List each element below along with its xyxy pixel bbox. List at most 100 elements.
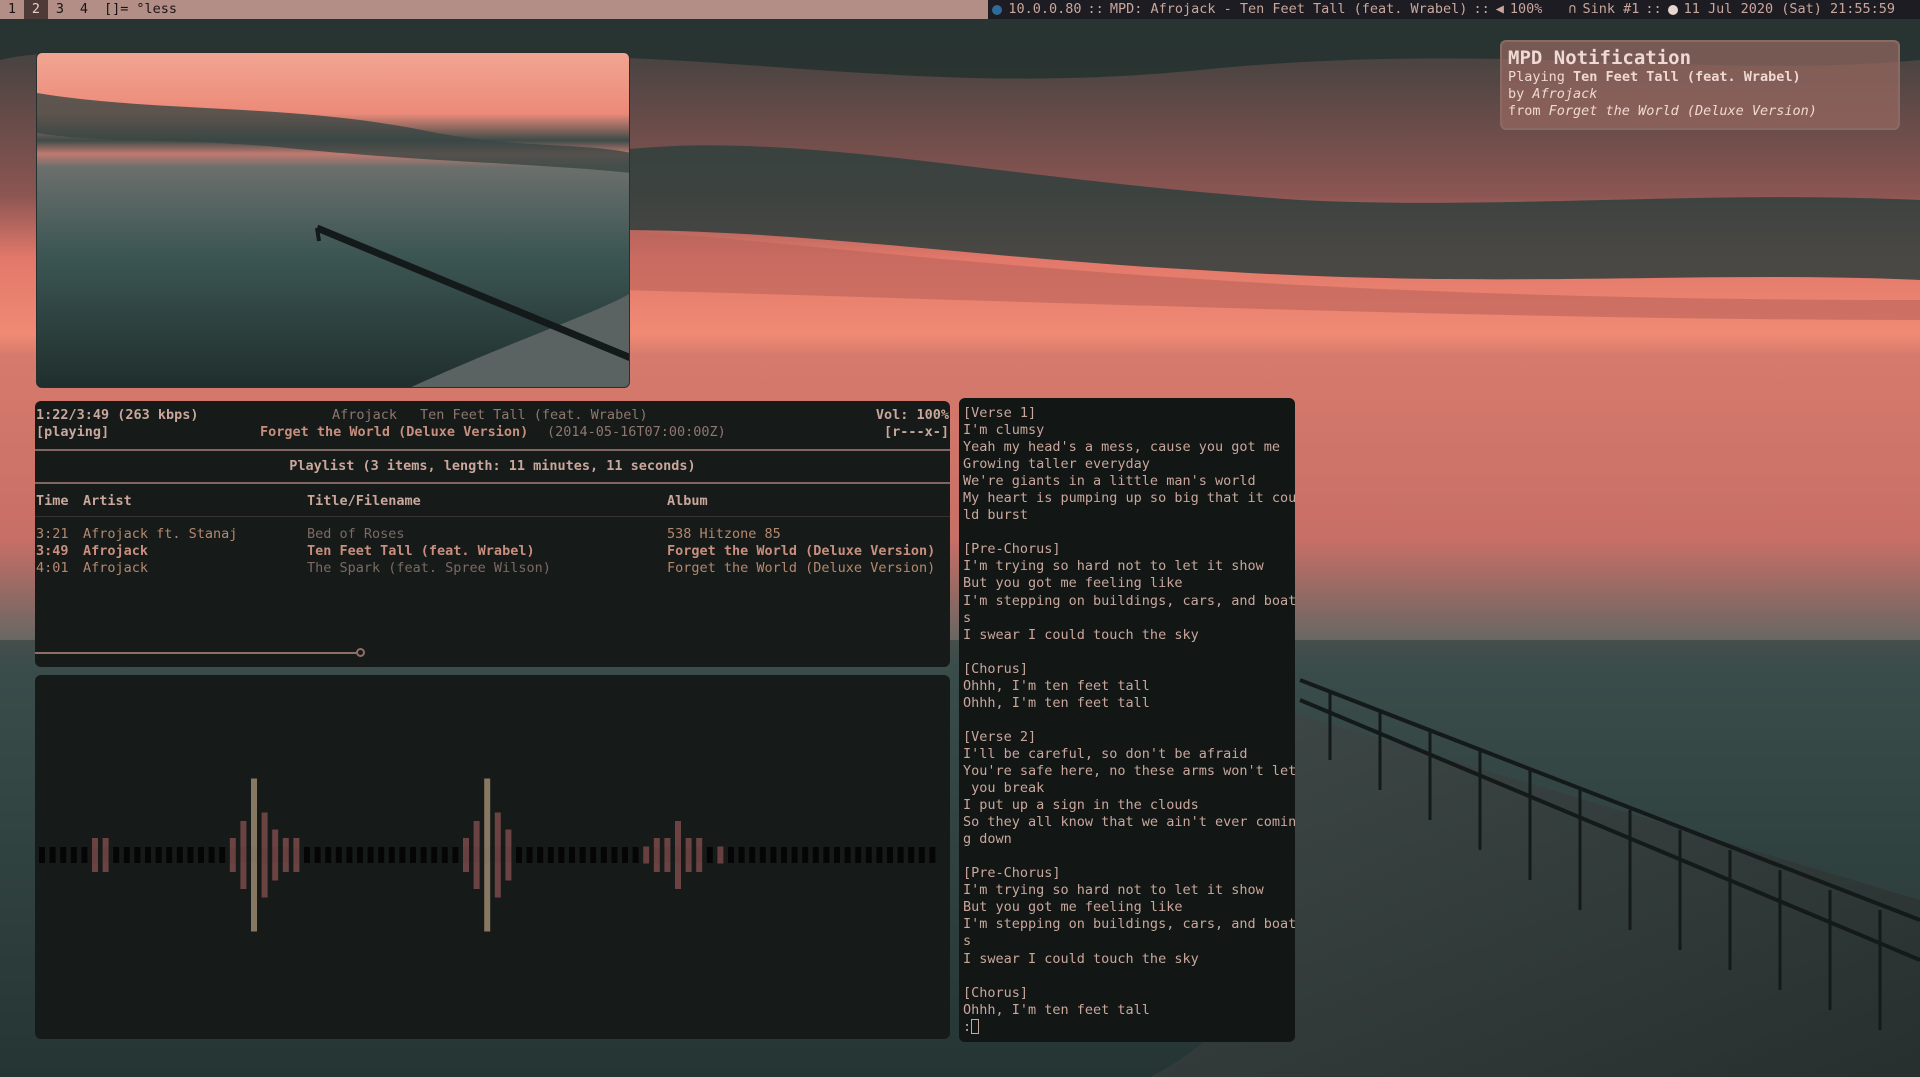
- workspace-2[interactable]: 2: [24, 0, 48, 19]
- visualizer-base-bar: [537, 847, 544, 863]
- row-album: Forget the World (Deluxe Version): [667, 543, 936, 559]
- visualizer-bar: [102, 838, 109, 872]
- lyrics-line: I swear I could touch the sky: [963, 950, 1199, 967]
- lyrics-window[interactable]: [Verse 1] I'm clumsy Yeah my head's a mess…: [959, 398, 1295, 1042]
- lyrics-line: [Chorus]: [963, 984, 1029, 1001]
- column-artist[interactable]: Artist: [83, 493, 132, 510]
- audio-visualizer-window[interactable]: [35, 675, 950, 1039]
- lyrics-line: [Pre-Chorus]: [963, 865, 1061, 882]
- visualizer-base-bar: [70, 847, 77, 863]
- lyrics-line: Growing taller everyday: [963, 456, 1150, 473]
- visualizer-base-bar: [367, 847, 374, 863]
- album-art-window[interactable]: [36, 52, 630, 388]
- volume-indicator[interactable]: Vol: 100%: [876, 407, 949, 424]
- visualizer-bar: [293, 838, 300, 872]
- visualizer-base-bar: [378, 847, 385, 863]
- now-playing-artist: Afrojack: [332, 407, 398, 423]
- music-player-window[interactable]: 1:22/3:49 (263 kbps) [playing] Afrojack …: [35, 401, 950, 667]
- lyrics-line: I'll be careful, so don't be afraid: [963, 745, 1248, 762]
- visualizer-base-bar: [399, 847, 406, 863]
- lyrics-line: I'm clumsy: [963, 422, 1045, 439]
- lyrics-line: But you got me feeling like: [963, 899, 1183, 916]
- lyrics-line: [963, 712, 1291, 729]
- lyrics-line: You're safe here, no these arms won't le…: [963, 762, 1295, 779]
- row-time: 4:01: [36, 560, 69, 576]
- lyrics-text: [Verse 1] I'm clumsy Yeah my head's a mess…: [963, 405, 1295, 1019]
- volume-status: 100%: [1509, 1, 1543, 17]
- visualizer-base-bar: [410, 847, 416, 863]
- separator: [35, 482, 950, 484]
- visualizer-base-bar: [39, 847, 45, 863]
- lyrics-line: My heart is pumping up so big that it co…: [963, 490, 1295, 507]
- workspace-4[interactable]: 4: [72, 0, 96, 19]
- visualizer-base-bar: [304, 847, 310, 863]
- visualizer-base-bar: [346, 847, 353, 863]
- visualizer-base-bar: [622, 847, 628, 863]
- visualizer-base-bar: [187, 847, 194, 863]
- lyrics-line: [Verse 1]: [963, 405, 1037, 421]
- column-title[interactable]: Title/Filename: [307, 493, 421, 510]
- lyrics-line: I'm stepping on buildings, cars, and boa…: [963, 916, 1295, 933]
- visualizer-bar: [494, 812, 501, 898]
- notification-album: from Forget the World (Deluxe Version): [1508, 103, 1892, 120]
- progress-bar[interactable]: [35, 652, 361, 654]
- visualizer-base-bar: [759, 847, 766, 863]
- row-time: 3:21: [36, 526, 69, 542]
- headphones-icon: ∩: [1568, 1, 1577, 17]
- player-state: [playing]: [36, 424, 110, 440]
- visualizer-base-bar: [908, 847, 915, 863]
- column-time[interactable]: Time: [36, 493, 69, 510]
- visualizer-bar: [685, 838, 692, 872]
- visualizer-bar: [696, 838, 703, 872]
- lyrics-line: But you got me feeling like: [963, 575, 1183, 592]
- column-album[interactable]: Album: [667, 493, 708, 510]
- lyrics-line: [Pre-Chorus]: [963, 541, 1061, 558]
- lyrics-line: Ohhh, I'm ten feet tall: [963, 677, 1150, 694]
- command-prompt[interactable]: :: [963, 1019, 1291, 1036]
- visualizer-base-bar: [420, 847, 427, 863]
- visualizer-base-bar: [876, 847, 883, 863]
- mpd-notification[interactable]: MPD Notification Playing Ten Feet Tall (…: [1500, 40, 1900, 130]
- visualizer-base-bar: [81, 847, 88, 863]
- visualizer-bar: [229, 838, 236, 872]
- workspace-3[interactable]: 3: [48, 0, 72, 19]
- visualizer-base-bar: [600, 847, 607, 863]
- visualizer-base-bar: [452, 847, 459, 863]
- lyrics-line: Yeah my head's a mess, cause you got me: [963, 439, 1280, 456]
- text-cursor: [971, 1019, 980, 1035]
- workspace-1[interactable]: 1: [0, 0, 24, 19]
- visualizer-base-bar: [632, 847, 639, 863]
- lyrics-line: [Chorus]: [963, 660, 1029, 677]
- lyrics-line: Ohhh, I'm ten feet tall: [963, 1001, 1150, 1018]
- visualizer-base-bar: [929, 847, 936, 863]
- visualizer-base-bar: [357, 847, 363, 863]
- progress-knob[interactable]: [356, 648, 366, 657]
- visualizer-graph: [39, 778, 936, 932]
- visualizer-base-bar: [388, 847, 395, 863]
- visualizer-base-bar: [547, 847, 554, 863]
- visualizer-base-bar: [812, 847, 819, 863]
- visualizer-bar: [240, 821, 247, 889]
- lyrics-line: s: [963, 933, 972, 950]
- lyrics-line: [963, 848, 1291, 865]
- from-prefix: from: [1508, 103, 1541, 119]
- row-album: 538 Hitzone 85: [667, 526, 781, 542]
- visualizer-base-bar: [579, 847, 586, 863]
- status-separator: ::: [1645, 1, 1662, 17]
- lyrics-line: g down: [963, 831, 1012, 848]
- row-artist: Afrojack: [83, 560, 149, 576]
- lyrics-line: I swear I could touch the sky: [963, 626, 1199, 643]
- visualizer-base-bar: [823, 847, 830, 863]
- datetime: 11 Jul 2020 (Sat) 21:55:59: [1683, 1, 1895, 17]
- visualizer-base-bar: [887, 847, 893, 863]
- playback-flags[interactable]: [r---x-]: [884, 424, 949, 441]
- layout-indicator[interactable]: []=: [96, 0, 135, 19]
- visualizer-base-bar: [728, 847, 734, 863]
- visualizer-base-bar: [166, 847, 173, 863]
- status-separator: ::: [1087, 1, 1104, 17]
- visualizer-bar: [653, 838, 660, 872]
- lyrics-line: s: [963, 609, 972, 626]
- visualizer-base-bar: [441, 847, 448, 863]
- lyrics-line: We're giants in a little man's world: [963, 473, 1256, 490]
- visualizer-base-bar: [569, 847, 575, 863]
